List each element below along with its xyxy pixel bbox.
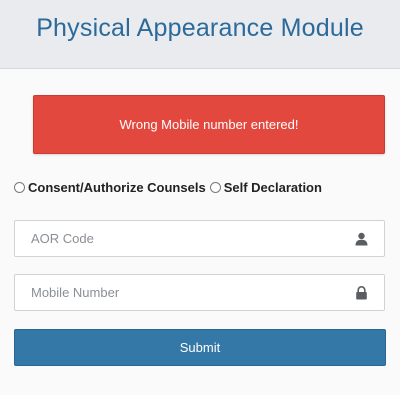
mobile-number-input[interactable] [15, 275, 345, 310]
self-declaration-radio-label[interactable]: Self Declaration [224, 180, 322, 195]
error-alert: Wrong Mobile number entered! [33, 95, 385, 154]
aor-code-input[interactable] [15, 221, 345, 256]
page-title: Physical Appearance Module [36, 14, 364, 42]
declaration-type-radio-group: Consent/Authorize Counsels Self Declarat… [14, 177, 326, 197]
submit-button[interactable]: Submit [14, 329, 386, 366]
user-icon [355, 232, 368, 246]
consent-radio-label[interactable]: Consent/Authorize Counsels [28, 180, 206, 195]
aor-code-field [14, 220, 385, 257]
physical-appearance-page: Physical Appearance Module Wrong Mobile … [0, 0, 400, 395]
page-header: Physical Appearance Module [0, 0, 400, 69]
self-declaration-radio[interactable] [209, 181, 221, 193]
mobile-number-field [14, 274, 385, 311]
lock-icon [356, 286, 367, 300]
consent-radio[interactable] [14, 181, 25, 193]
